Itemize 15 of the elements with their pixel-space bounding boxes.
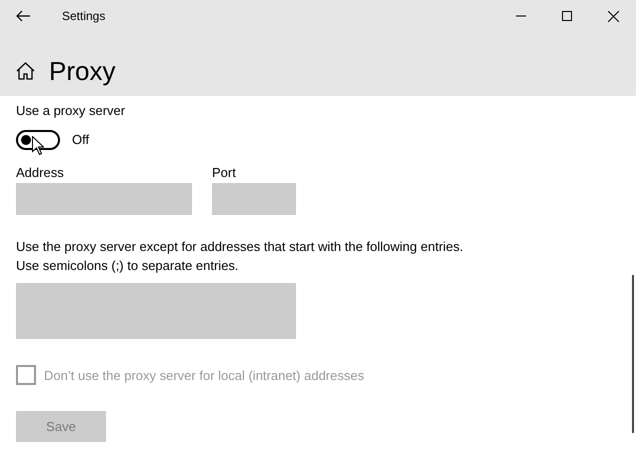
back-arrow-icon <box>16 10 30 22</box>
checkbox-label: Don’t use the proxy server for local (intranet) addresses <box>44 368 364 382</box>
page-title: Proxy <box>49 56 116 86</box>
home-icon[interactable] <box>16 62 35 80</box>
minimize-icon <box>516 15 526 17</box>
window-title: Settings <box>62 9 106 23</box>
exceptions-description: Use the proxy server except for addresses that start with the following entries. Use semicolons (;) to separate entries. <box>16 238 464 275</box>
field-label: Address <box>16 164 65 182</box>
maximize-icon <box>562 11 572 21</box>
close-icon <box>608 10 618 22</box>
scrollbar[interactable] <box>632 275 634 433</box>
toggle-state: Off <box>72 131 90 149</box>
field-label: Port <box>212 164 237 182</box>
toggle-label: Use a proxy server <box>16 102 126 120</box>
cursor-icon <box>32 136 44 155</box>
